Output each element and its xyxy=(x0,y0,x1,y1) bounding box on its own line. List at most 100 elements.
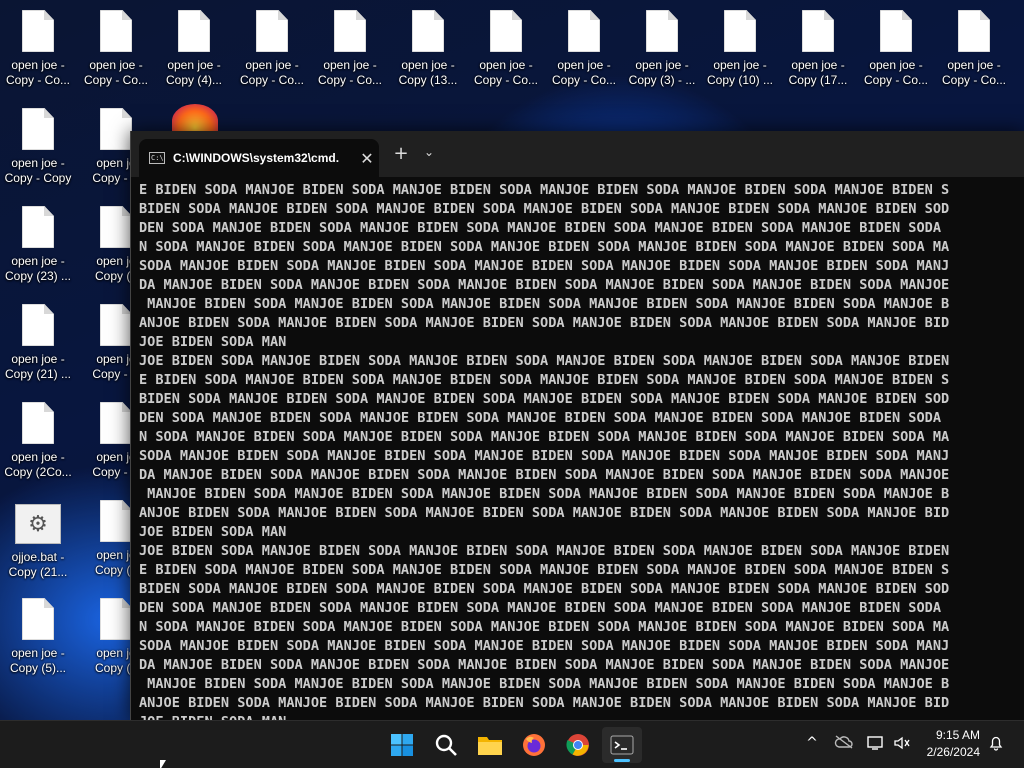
desktop-file-icon[interactable]: open joe - Copy (23) ... xyxy=(2,196,74,288)
console-line: DA MANJOE BIDEN SODA MANJOE BIDEN SODA M… xyxy=(139,277,950,293)
desktop-icon-label: open joe - Copy - Co... xyxy=(473,58,539,87)
desktop-file-icon[interactable]: open joe - Copy - Co... xyxy=(938,0,1010,92)
file-icon xyxy=(22,108,54,150)
console-line: DA MANJOE BIDEN SODA MANJOE BIDEN SODA M… xyxy=(139,657,950,673)
file-explorer-button[interactable] xyxy=(470,727,510,763)
desktop-icon-label: ojjoe.bat - Copy (21... xyxy=(8,550,68,579)
console-line: BIDEN SODA MANJOE BIDEN SODA MANJOE BIDE… xyxy=(139,391,950,407)
console-output[interactable]: E BIDEN SODA MANJOE BIDEN SODA MANJOE BI… xyxy=(131,177,1024,720)
desktop-file-icon[interactable]: open joe - Copy - Co... xyxy=(80,0,152,92)
console-line: SODA MANJOE BIDEN SODA MANJOE BIDEN SODA… xyxy=(139,638,950,654)
console-line: DEN SODA MANJOE BIDEN SODA MANJOE BIDEN … xyxy=(139,410,942,426)
firefox-button[interactable] xyxy=(514,727,554,763)
desktop-icon-label: open joe - Copy (23) ... xyxy=(4,254,72,283)
terminal-window[interactable]: C:\ C:\WINDOWS\system32\cmd. ✕ + ⌄ E BID… xyxy=(130,131,1024,720)
file-icon xyxy=(100,108,132,150)
console-line: N SODA MANJOE BIDEN SODA MANJOE BIDEN SO… xyxy=(139,239,950,255)
console-line: N SODA MANJOE BIDEN SODA MANJOE BIDEN SO… xyxy=(139,429,950,445)
console-line: SODA MANJOE BIDEN SODA MANJOE BIDEN SODA… xyxy=(139,448,950,464)
new-tab-button[interactable]: + xyxy=(389,143,413,164)
file-icon xyxy=(412,10,444,52)
console-line: MANJOE BIDEN SODA MANJOE BIDEN SODA MANJ… xyxy=(139,296,950,312)
console-line: N SODA MANJOE BIDEN SODA MANJOE BIDEN SO… xyxy=(139,619,950,635)
desktop-file-icon[interactable]: open joe - Copy (21) ... xyxy=(2,294,74,386)
firefox-icon xyxy=(523,734,545,756)
console-line: DEN SODA MANJOE BIDEN SODA MANJOE BIDEN … xyxy=(139,600,942,616)
gear-icon: ⚙ xyxy=(15,504,61,544)
chevron-down-icon[interactable]: ⌄ xyxy=(419,145,439,159)
console-line: JOE BIDEN SODA MAN xyxy=(139,713,1024,720)
console-line: JOE BIDEN SODA MANJOE BIDEN SODA MANJOE … xyxy=(139,353,950,369)
console-line: JOE BIDEN SODA MAN xyxy=(139,334,287,350)
search-button[interactable] xyxy=(426,727,466,763)
mouse-cursor-icon xyxy=(160,760,166,768)
desktop-file-icon[interactable]: open joe - Copy - Co... xyxy=(470,0,542,92)
file-icon xyxy=(880,10,912,52)
console-line: SODA MANJOE BIDEN SODA MANJOE BIDEN SODA… xyxy=(139,258,950,274)
clock-time: 9:15 AM xyxy=(935,728,980,742)
file-icon xyxy=(958,10,990,52)
desktop-file-icon[interactable]: open joe - Copy (3) - ... xyxy=(626,0,698,92)
file-icon xyxy=(100,304,132,346)
terminal-button[interactable] xyxy=(602,727,642,763)
desktop-file-icon[interactable]: open joe - Copy - Co... xyxy=(548,0,620,92)
desktop-bat-file-icon[interactable]: ⚙ ojjoe.bat - Copy (21... xyxy=(2,490,74,582)
terminal-icon xyxy=(610,735,634,755)
file-icon xyxy=(100,206,132,248)
file-icon xyxy=(100,598,132,640)
start-button[interactable] xyxy=(382,727,422,763)
desktop-file-icon[interactable]: open joe - Copy - Co... xyxy=(314,0,386,92)
network-icon[interactable] xyxy=(864,735,888,755)
desktop-icon-label: open joe - Copy - Co... xyxy=(83,58,149,87)
close-tab-icon[interactable]: ✕ xyxy=(355,149,379,168)
desktop-icon-label: open joe - Copy (3) - ... xyxy=(628,58,696,87)
folder-icon xyxy=(478,737,502,755)
desktop-icon-label: open joe - Copy (10) ... xyxy=(706,58,774,87)
file-icon xyxy=(490,10,522,52)
file-icon xyxy=(802,10,834,52)
console-line: DA MANJOE BIDEN SODA MANJOE BIDEN SODA M… xyxy=(139,467,950,483)
desktop-icon-label: open joe - Copy (4)... xyxy=(165,58,222,87)
desktop-icon-label: open joe - Copy (13... xyxy=(398,58,458,87)
file-icon xyxy=(100,402,132,444)
onedrive-icon[interactable] xyxy=(832,735,856,753)
cmd-icon: C:\ xyxy=(149,152,165,164)
desktop-file-icon[interactable]: open joe - Copy - Co... xyxy=(236,0,308,92)
desktop-file-icon[interactable]: open joe - Copy - Co... xyxy=(860,0,932,92)
console-line: E BIDEN SODA MANJOE BIDEN SODA MANJOE BI… xyxy=(139,182,950,198)
desktop-file-icon[interactable]: open joe - Copy - Copy xyxy=(2,98,74,190)
desktop-file-icon[interactable]: open joe - Copy (2Co... xyxy=(2,392,74,484)
file-icon xyxy=(568,10,600,52)
file-icon xyxy=(178,10,210,52)
desktop-file-icon[interactable]: open joe - Copy (5)... xyxy=(2,588,74,680)
desktop-file-icon[interactable]: open joe - Copy (17... xyxy=(782,0,854,92)
desktop-icon-label: open joe - Copy - Co... xyxy=(317,58,383,87)
console-line: ANJOE BIDEN SODA MANJOE BIDEN SODA MANJO… xyxy=(139,505,950,521)
notification-bell-icon[interactable] xyxy=(984,735,1008,755)
console-line: BIDEN SODA MANJOE BIDEN SODA MANJOE BIDE… xyxy=(139,581,950,597)
chrome-button[interactable] xyxy=(558,727,598,763)
taskbar: ^ 9:15 AM 2/26/2024 xyxy=(0,720,1024,768)
search-icon xyxy=(435,734,457,756)
tab-cmd[interactable]: C:\ C:\WINDOWS\system32\cmd. ✕ xyxy=(139,139,379,177)
tab-title: C:\WINDOWS\system32\cmd. xyxy=(173,151,340,165)
file-icon xyxy=(724,10,756,52)
file-icon xyxy=(100,500,132,542)
desktop-file-icon[interactable]: open joe - Copy (10) ... xyxy=(704,0,776,92)
desktop-file-icon[interactable]: open joe - Copy (4)... xyxy=(158,0,230,92)
desktop-icon-label: open joe - Copy - Co... xyxy=(941,58,1007,87)
file-icon xyxy=(100,10,132,52)
desktop-file-icon[interactable]: open joe - Copy (13... xyxy=(392,0,464,92)
chrome-icon xyxy=(566,734,589,756)
tab-bar: C:\ C:\WINDOWS\system32\cmd. ✕ + ⌄ xyxy=(131,131,1024,177)
console-line: JOE BIDEN SODA MAN xyxy=(139,524,287,540)
desktop-icon-label: open joe - Copy - Co... xyxy=(239,58,305,87)
console-line: DEN SODA MANJOE BIDEN SODA MANJOE BIDEN … xyxy=(139,220,942,236)
desktop-file-icon[interactable]: open joe - Copy - Co... xyxy=(2,0,74,92)
file-icon xyxy=(22,598,54,640)
file-icon xyxy=(22,304,54,346)
clock[interactable]: 9:15 AM 2/26/2024 xyxy=(910,727,980,761)
console-line: ANJOE BIDEN SODA MANJOE BIDEN SODA MANJO… xyxy=(139,315,950,331)
chevron-up-icon[interactable]: ^ xyxy=(800,735,824,751)
desktop-icon-label: open joe - Copy - Copy xyxy=(4,156,72,185)
